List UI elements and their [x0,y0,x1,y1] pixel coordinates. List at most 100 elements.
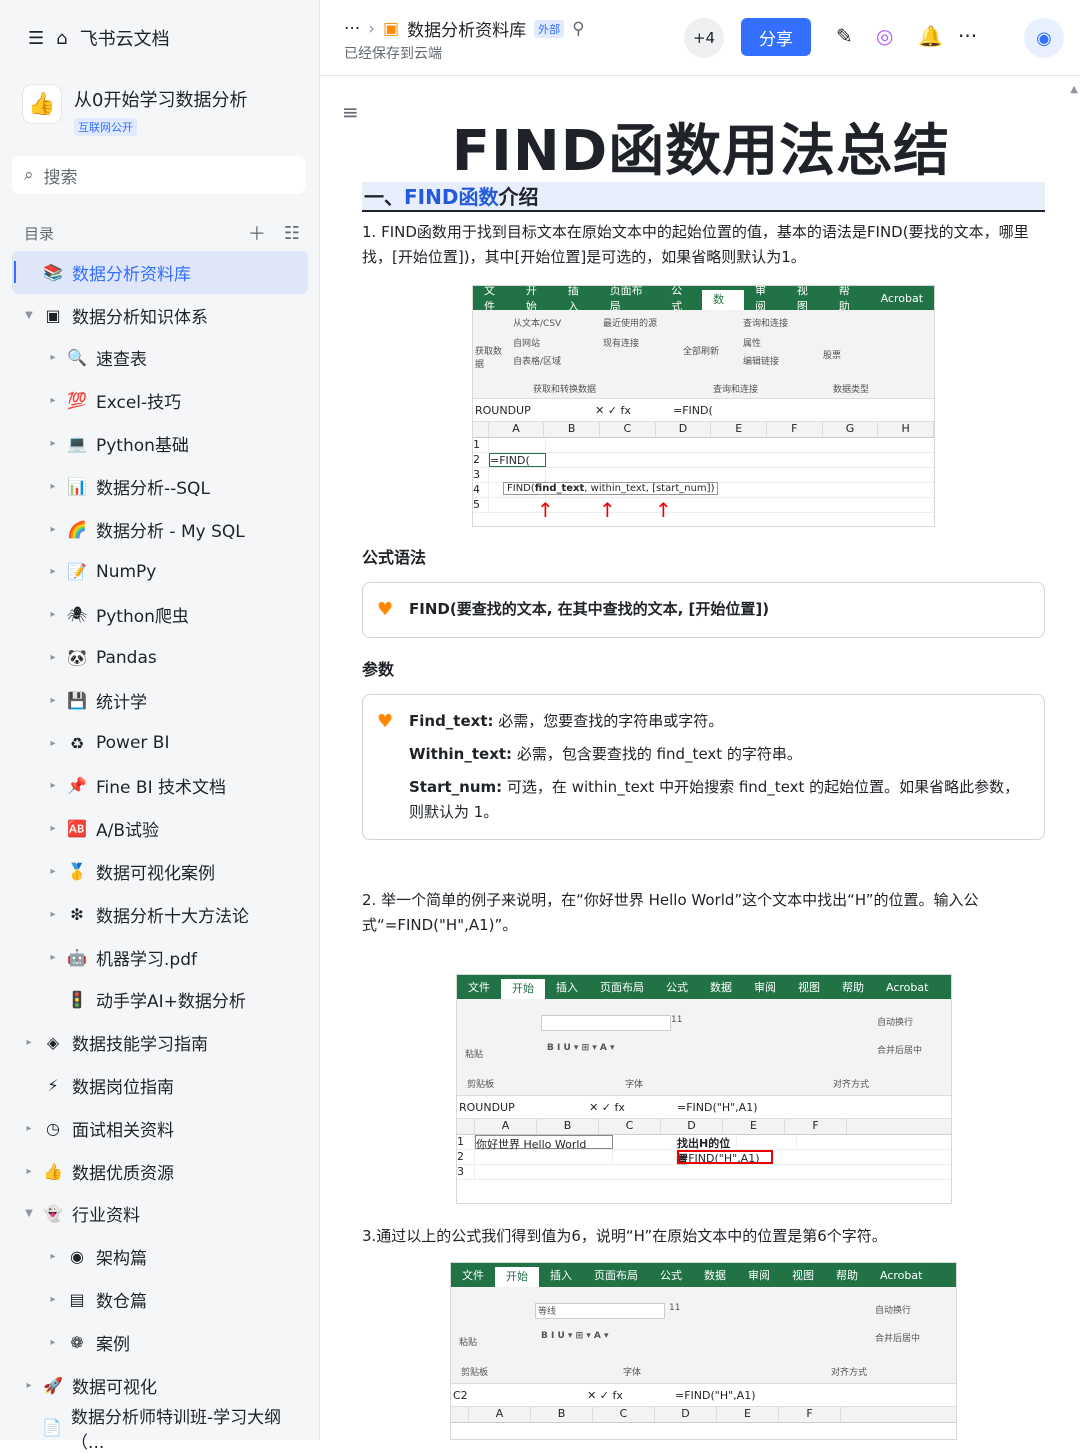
sidebar-item[interactable]: ▸ 🔍 速查表 [12,337,308,380]
expand-arrow-icon[interactable]: ▼ [22,310,36,321]
expand-arrow-icon[interactable]: ▸ [46,1294,60,1305]
saved-status: 已经保存到云端 [344,46,442,62]
ribbon-tab: 页面布局 [594,1269,638,1282]
cell [489,438,546,452]
expand-arrow-icon[interactable]: ▸ [46,695,60,706]
page-emoji-icon: 🚦 [67,990,87,1010]
ai-assistant-icon[interactable]: ◎ [876,24,893,48]
sidebar-item-label: NumPy [96,561,157,582]
collaborators-count[interactable]: +4 [684,18,724,58]
expand-arrow-icon[interactable]: ▸ [22,1166,36,1177]
collapse-sidebar-icon[interactable]: ☰ [28,28,44,49]
expand-arrow-icon[interactable]: ▸ [46,395,60,406]
sidebar-item[interactable]: ▸ 💻 Python基础 [12,422,308,465]
param-start-num: Start_num: 可选，在 within_text 中开始搜索 find_t… [409,775,1024,825]
sidebar-item[interactable]: ▸ ❁ 案例 [12,1321,308,1364]
share-button[interactable]: 分享 [741,18,811,56]
sidebar-item[interactable]: ▸ ◈ 数据技能学习指南 [12,1021,308,1064]
red-arrow-icon: ↑ [599,498,616,522]
expand-arrow-icon[interactable]: ▸ [46,1251,60,1262]
sidebar-item[interactable]: ▸ ◷ 面试相关资料 [12,1107,308,1150]
sidebar-item[interactable]: ▸ 💯 Excel-技巧 [12,379,308,422]
excel-ribbon-tabs: 文件开始插入页面布局公式数据审阅视图帮助Acrobat [473,286,934,326]
expand-arrow-icon[interactable]: ▸ [22,1123,36,1134]
expand-arrow-icon[interactable]: ▸ [22,1380,36,1391]
toc-header: 目录 ＋ ☷ [24,220,300,246]
expand-arrow-icon[interactable]: ▸ [46,652,60,663]
sidebar-item[interactable]: 🚦 动手学AI+数据分析 [12,979,308,1022]
sidebar-item-label: 数据分析 - My SQL [96,521,245,542]
expand-arrow-icon[interactable]: ▸ [46,738,60,749]
sidebar-item[interactable]: ▼ 👻 行业资料 [12,1193,308,1236]
sidebar-item[interactable]: ▸ 🥇 数据可视化案例 [12,850,308,893]
sidebar-item[interactable]: ▸ ♻ Power BI [12,722,308,765]
expand-arrow-icon[interactable]: ▸ [46,609,60,620]
expand-arrow-icon[interactable]: ▼ [22,1208,36,1219]
toc-tree: 📚 数据分析资料库 ▼ ▣ 数据分析知识体系 ▸ 🔍 速查表 ▸ 💯 Excel-技巧 ▸ 💻 Pytho… [12,251,308,1453]
sidebar-item[interactable]: ▸ ▤ 数仓篇 [12,1278,308,1321]
sidebar-item[interactable]: ▸ 📌 Fine BI 技术文档 [12,765,308,808]
sidebar-item[interactable]: ▸ 💾 统计学 [12,679,308,722]
sidebar-item[interactable]: ▸ 🐼 Pandas [12,636,308,679]
ribbon-item-refresh: 全部刷新 [683,347,720,357]
sidebar-item[interactable]: ▸ 🚀 数据可视化 [12,1364,308,1407]
expand-arrow-icon[interactable]: ▸ [46,952,60,963]
sidebar-item-label: Pandas [96,647,157,668]
expand-arrow-icon[interactable]: ▸ [46,1337,60,1348]
sidebar-item[interactable]: ▸ 🆎 A/B试验 [12,807,308,850]
page-emoji-icon: ▣ [45,305,61,325]
paragraph-1: 1. FIND函数用于找到目标文本在原始文本中的起始位置的值，基本的语法是FIN… [362,223,1029,266]
expand-arrow-icon[interactable]: ▸ [46,481,60,492]
doc-icon: ▣ [383,18,400,39]
expand-arrow-icon[interactable]: ▸ [46,909,60,920]
column-header: C [593,1407,655,1422]
expand-arrow-icon[interactable]: ▸ [46,566,60,577]
expand-arrow-icon[interactable]: ▸ [46,866,60,877]
row-number: 1 [457,1135,475,1149]
tooltip-fn: FIND( [507,483,535,494]
column-header: E [717,1407,779,1422]
home-title[interactable]: 飞书云文档 [80,25,170,51]
table-row: 3 [457,1165,951,1180]
sidebar-item-label: 统计学 [96,692,147,713]
sidebar-item-label: Excel-技巧 [96,393,182,414]
pin-icon[interactable]: ⚲ [572,19,584,39]
expand-arrow-icon[interactable]: ▸ [46,438,60,449]
sidebar-item[interactable]: ▸ 👍 数据优质资源 [12,1150,308,1193]
sidebar-item[interactable]: ▸ 🕷 Python爬虫 [12,593,308,636]
sidebar-item[interactable]: ⚡ 数据岗位指南 [12,1064,308,1107]
sidebar-item[interactable]: ▸ 🤖 机器学习.pdf [12,936,308,979]
sidebar-item[interactable]: ▸ ◉ 架构篇 [12,1235,308,1278]
expand-arrow-icon[interactable]: ▸ [46,780,60,791]
ribbon-item-paste: 粘贴 [465,1050,484,1060]
more-breadcrumb-icon[interactable]: ··· [344,19,360,39]
sidebar-item[interactable]: ▸ 📝 NumPy [12,551,308,594]
scroll-up-arrow-icon[interactable]: ▲ [1070,84,1078,95]
breadcrumb-title[interactable]: 数据分析资料库 [407,16,526,41]
sidebar-item-label: A/B试验 [96,821,160,842]
workspace-header[interactable]: 👍 从0开始学习数据分析 互联网公开 [22,84,247,136]
expand-arrow-icon[interactable]: ▸ [46,823,60,834]
page-emoji-icon: 💻 [67,434,87,454]
expand-arrow-icon[interactable]: ▸ [46,352,60,363]
add-icon[interactable]: ＋ [248,220,266,246]
avatar[interactable]: ◉ [1024,18,1064,58]
edit-icon[interactable]: ✎ [836,24,853,48]
expand-arrow-icon[interactable]: ▸ [46,524,60,535]
expand-arrow-icon[interactable]: ▸ [22,1037,36,1048]
sidebar-item[interactable]: 📄 数据分析师特训班-学习大纲（... [12,1407,308,1453]
list-settings-icon[interactable]: ☷ [284,223,300,244]
sidebar-item[interactable]: ▸ 📊 数据分析--SQL [12,465,308,508]
page-emoji-icon: ❁ [70,1332,84,1352]
search-input[interactable]: ⌕ 搜索 [12,156,306,194]
sidebar-item[interactable]: 📚 数据分析资料库 [12,251,308,294]
table-row: 1 [473,438,934,453]
ribbon-tab: 数据 [702,290,745,326]
sidebar-item[interactable]: ▼ ▣ 数据分析知识体系 [12,294,308,337]
sidebar-item[interactable]: ▸ 🌈 数据分析 - My SQL [12,508,308,551]
sidebar-item[interactable]: ▸ ❇ 数据分析十大方法论 [12,893,308,936]
home-icon[interactable]: ⌂ [56,28,67,49]
ribbon-group-clipboard: 剪贴板 [467,1080,495,1090]
notification-bell-icon[interactable]: 🔔 [918,24,943,48]
more-options-icon[interactable]: ··· [958,24,977,48]
